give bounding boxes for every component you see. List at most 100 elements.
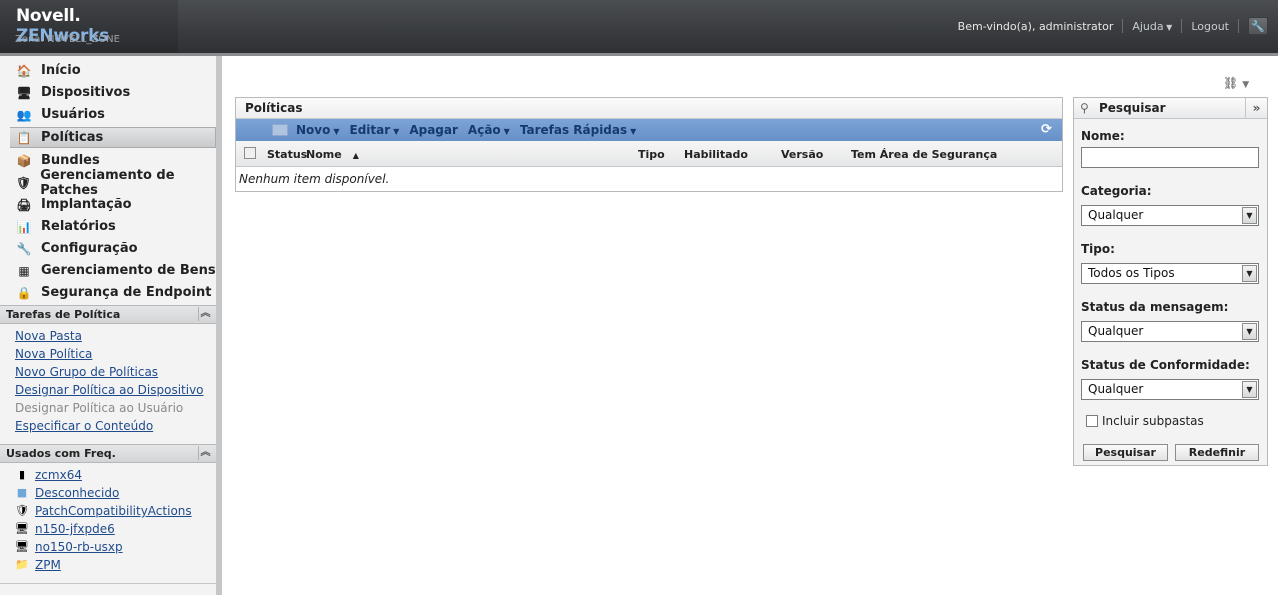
task-new-folder[interactable]: Nova Pasta: [15, 329, 82, 343]
sort-ascending-icon: ▲: [352, 151, 359, 160]
new-menu[interactable]: Novo ▼: [296, 123, 340, 137]
home-icon: 🏠: [16, 63, 32, 78]
type-label: Tipo:: [1081, 242, 1115, 256]
refresh-icon[interactable]: ⟳: [1041, 122, 1056, 137]
name-label: Nome:: [1081, 129, 1125, 143]
col-type[interactable]: Tipo: [638, 148, 665, 161]
nav-reports[interactable]: 📊 Relatórios: [10, 216, 216, 237]
chevron-down-icon: ▼: [1163, 22, 1173, 32]
policies-toolbar: Novo ▼ Editar ▼ Apagar Ação ▼ Tarefas Rápid…: [236, 119, 1062, 141]
frequent-item[interactable]: ▮ zcmx64: [15, 468, 82, 482]
app-header: Novell. ZENworks Zona: NOVELL_ZONE Bem-v…: [0, 0, 1278, 53]
report-icon: 📊: [16, 219, 32, 234]
checkbox[interactable]: [1086, 415, 1098, 427]
frequent-item[interactable]: 🖥 n150-jfxpde6: [15, 522, 115, 536]
wrench-icon: 🔧: [1251, 19, 1265, 33]
folder-icon[interactable]: [272, 124, 288, 136]
logout-link[interactable]: Logout: [1191, 20, 1229, 33]
policies-panel: Políticas Novo ▼ Editar ▼ Apagar Ação ▼ Tar…: [235, 97, 1063, 192]
col-version[interactable]: Versão: [781, 148, 823, 161]
server-icon: ▮: [18, 468, 26, 481]
permalink-menu[interactable]: ⛓ ▼: [1223, 76, 1249, 90]
link-icon: ⛓: [1223, 76, 1239, 90]
monitor-icon: 🖥: [15, 540, 29, 553]
nav-home[interactable]: 🏠 Início: [10, 60, 216, 81]
task-specify-content[interactable]: Especificar o Conteúdo: [15, 419, 153, 433]
name-input[interactable]: [1081, 147, 1259, 168]
policy-icon: 📋: [16, 130, 32, 145]
search-header: ⚲ Pesquisar »: [1074, 98, 1267, 119]
search-button[interactable]: Pesquisar: [1083, 444, 1168, 461]
chevron-down-icon: ▼: [1242, 80, 1250, 90]
welcome-text: Bem-vindo(a), administrator: [957, 19, 1114, 33]
lock-icon: 🔒: [16, 285, 32, 300]
zone-label: Zona: NOVELL_ZONE: [15, 34, 120, 45]
message-status-select[interactable]: Qualquer ▼: [1081, 321, 1259, 342]
edit-menu[interactable]: Editar ▼: [350, 123, 400, 137]
deploy-icon: 🖨: [16, 197, 32, 212]
nav-splitter[interactable]: [216, 56, 222, 595]
message-status-label: Status da mensagem:: [1081, 300, 1229, 314]
nav-devices[interactable]: 🖥 Dispositivos: [10, 82, 216, 103]
nav-patch-management[interactable]: 🛡 Gerenciamento de Patches: [10, 168, 216, 198]
task-new-policy-group[interactable]: Novo Grupo de Políticas: [15, 365, 158, 379]
cube-icon: ■: [16, 486, 28, 499]
chevron-down-icon: ▼: [1242, 265, 1257, 282]
panel-title: Políticas: [236, 98, 1062, 119]
action-menu[interactable]: Ação ▼: [468, 123, 510, 137]
frequent-item[interactable]: 📁 ZPM: [15, 558, 61, 572]
search-icon: ⚲: [1080, 101, 1089, 115]
nav-users[interactable]: 👥 Usuários: [10, 104, 216, 125]
nav-asset-management[interactable]: ▦ Gerenciamento de Bens: [10, 260, 216, 281]
compliance-status-select[interactable]: Qualquer ▼: [1081, 379, 1259, 400]
col-name[interactable]: Nome ▲: [306, 148, 359, 161]
policy-tasks-header: Tarefas de Política ︽: [0, 305, 216, 324]
col-status[interactable]: Status: [267, 148, 307, 161]
collapse-icon[interactable]: ︽: [198, 307, 212, 321]
chevron-down-icon: ▼: [393, 127, 400, 136]
nav-deployment[interactable]: 🖨 Implantação: [10, 194, 216, 215]
col-enabled[interactable]: Habilitado: [684, 148, 748, 161]
frequent-header: Usados com Freq. ︽: [0, 444, 216, 463]
reset-button[interactable]: Redefinir: [1175, 444, 1259, 461]
logo-area: Novell. ZENworks Zona: NOVELL_ZONE: [0, 0, 178, 53]
collapse-icon[interactable]: ︽: [198, 446, 212, 460]
monitor-icon: 🖥: [16, 85, 32, 100]
include-subfolders-checkbox[interactable]: Incluir subpastas: [1086, 414, 1204, 428]
tools-button[interactable]: 🔧: [1248, 17, 1268, 35]
monitor-icon: 🖥: [15, 522, 29, 535]
top-nav: Bem-vindo(a), administrator Ajuda ▼ Logo…: [958, 17, 1268, 35]
task-assign-policy-device[interactable]: Designar Política ao Dispositivo: [15, 383, 204, 397]
search-panel: ⚲ Pesquisar » Nome: Categoria: Qualquer ▼…: [1073, 97, 1268, 466]
task-new-policy[interactable]: Nova Política: [15, 347, 92, 361]
nav-policies[interactable]: 📋 Políticas: [10, 127, 216, 148]
delete-button[interactable]: Apagar: [409, 123, 458, 137]
select-all-checkbox[interactable]: [244, 147, 256, 159]
bundle-icon: 📦: [16, 153, 32, 168]
col-sandbox[interactable]: Tem Área de Segurança: [851, 148, 997, 161]
category-select[interactable]: Qualquer ▼: [1081, 205, 1259, 226]
chevron-down-icon: ▼: [1242, 323, 1257, 340]
frequent-item[interactable]: ■ Desconhecido: [15, 486, 120, 500]
frequent-item[interactable]: 🖥 no150-rb-usxp: [15, 540, 123, 554]
type-select[interactable]: Todos os Tipos ▼: [1081, 263, 1259, 284]
wrench-icon: 🔧: [16, 241, 32, 256]
folder-icon: 📁: [15, 558, 29, 571]
shield-icon: 🛡: [15, 504, 29, 517]
empty-message: Nenhum item disponível.: [239, 172, 390, 186]
shield-icon: 🛡: [16, 175, 32, 190]
frequent-item[interactable]: 🛡 PatchCompatibilityActions: [15, 504, 192, 518]
chevron-down-icon: ▼: [1242, 381, 1257, 398]
chevron-down-icon: ▼: [1242, 207, 1257, 224]
users-icon: 👥: [16, 107, 32, 122]
category-label: Categoria:: [1081, 184, 1152, 198]
help-menu[interactable]: Ajuda ▼: [1132, 20, 1172, 33]
compliance-status-label: Status de Conformidade:: [1081, 358, 1250, 372]
expand-icon[interactable]: »: [1245, 98, 1267, 118]
chevron-down-icon: ▼: [333, 127, 340, 136]
task-assign-policy-user: Designar Política ao Usuário: [15, 401, 184, 415]
nav-configuration[interactable]: 🔧 Configuração: [10, 238, 216, 259]
nav-endpoint-security[interactable]: 🔒 Segurança de Endpoint: [10, 282, 216, 303]
column-header-row: Status Nome ▲ Tipo Habilitado Versão Tem …: [236, 141, 1062, 167]
quick-tasks-menu[interactable]: Tarefas Rápidas ▼: [520, 123, 636, 137]
